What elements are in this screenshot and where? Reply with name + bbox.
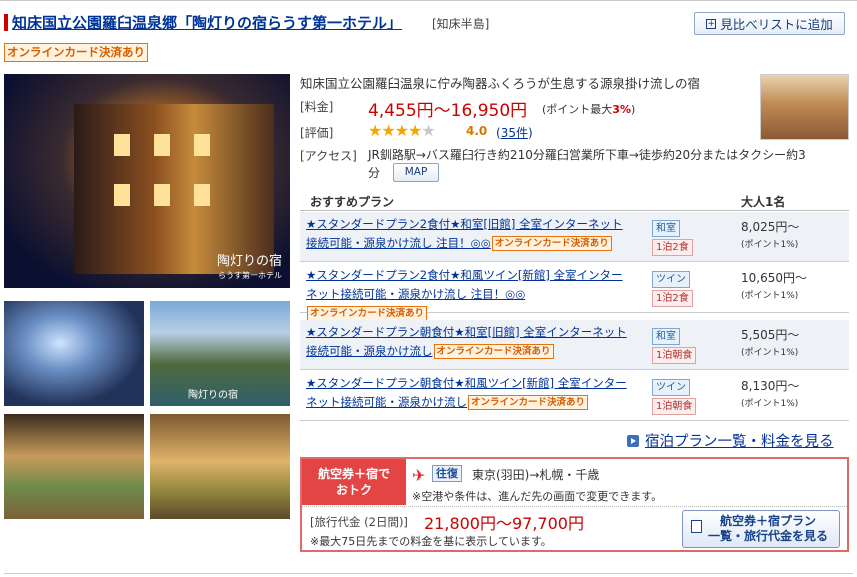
plan-row: ★スタンダードプラン2食付★和室[旧館] 全室インターネット接続可能・源泉かけ流… <box>300 212 849 262</box>
photo-logo-sub: らうす第一ホテル <box>218 271 282 280</box>
hotel-description: 知床国立公園羅臼温泉に佇み陶器ふくろうが生息する源泉掛け流しの宿 <box>300 76 701 91</box>
rating-value: 4.0 <box>466 124 488 138</box>
air-tag-line1: 航空券＋宿で <box>317 467 390 481</box>
hotel-main-photo[interactable]: 陶灯りの宿 らうす第一ホテル <box>4 74 290 288</box>
plan-name-cell: ★スタンダードプラン2食付★和室[旧館] 全室インターネット接続可能・源泉かけ流… <box>306 215 628 253</box>
plan-name-cell: ★スタンダードプラン2食付★和風ツイン[新館] 全室インターネット接続可能・源泉… <box>306 266 628 323</box>
plus-icon: + <box>706 18 717 29</box>
window-light <box>114 184 130 206</box>
access-text-line1: JR釧路駅→バス羅臼行き約210分羅臼営業所下車→徒歩約20分またはタクシー約3 <box>368 148 806 162</box>
arrow-right-icon <box>627 434 639 447</box>
divider <box>302 506 847 507</box>
map-button[interactable]: MAP <box>393 163 439 182</box>
photo-logo: 陶灯りの宿 らうす第一ホテル <box>217 255 282 282</box>
photo-thumb-bath[interactable] <box>4 301 144 406</box>
access-label: [アクセス] <box>300 149 357 163</box>
price-basis-note: ※最大75日先までの料金を基に表示しています。 <box>310 535 552 548</box>
air-button-line1: 航空券＋宿プラン <box>719 514 816 528</box>
window-light <box>194 184 210 206</box>
online-payment-badge: オンラインカード決済あり <box>4 43 148 62</box>
building-shape <box>74 104 274 274</box>
plan-price: 10,650円～ <box>741 271 807 285</box>
air-button-line2: 一覧・旅行代金を見る <box>707 529 828 543</box>
title-accent-bar <box>4 14 8 31</box>
review-link[interactable]: 35件 <box>501 126 528 140</box>
window-light <box>114 134 130 156</box>
meal-type-tag: 1泊2食 <box>652 290 693 307</box>
point-prefix: (ポイント最大 <box>542 103 613 116</box>
plan-point: (ポイント1%) <box>741 240 799 250</box>
airport-note: ※空港や条件は、進んだ先の画面で変更できます。 <box>412 490 663 503</box>
window-light <box>194 134 210 156</box>
room-type-tag: ツイン <box>652 271 690 288</box>
photo-thumb-room[interactable] <box>150 414 290 519</box>
plan-name-cell: ★スタンダードプラン朝食付★和風ツイン[新館] 全室インターネット接続可能・源泉… <box>306 374 628 412</box>
plan-price: 8,130円～ <box>741 379 800 393</box>
star-icon: ★ <box>381 121 395 140</box>
photo-thumb-outdoor[interactable]: 陶灯りの宿 <box>150 301 290 406</box>
star-icon: ★ <box>368 121 382 140</box>
review-close: ) <box>527 126 533 140</box>
window-light <box>154 184 170 206</box>
air-package-tag: 航空券＋宿で おトク <box>302 459 406 505</box>
round-trip-badge: 往復 <box>432 465 462 482</box>
plan-row: ★スタンダードプラン朝食付★和室[旧館] 全室インターネット接続可能・源泉かけ流… <box>300 320 849 370</box>
online-payment-badge: オンラインカード決済あり <box>468 395 589 410</box>
document-icon <box>691 520 702 533</box>
price-range: 4,455円～16,950円 <box>368 101 528 121</box>
room-type-tag: ツイン <box>652 379 690 396</box>
online-payment-badge: オンラインカード決済あり <box>491 236 612 251</box>
rating-label: [評価] <box>300 126 334 140</box>
online-payment-badge: オンラインカード決済あり <box>433 344 554 359</box>
plan-name-cell: ★スタンダードプラン朝食付★和室[旧館] 全室インターネット接続可能・源泉かけ流… <box>306 323 628 361</box>
flight-route: 東京(羽田)→札幌・千歳 <box>472 468 600 482</box>
add-compare-button[interactable]: + 見比べリストに追加 <box>694 12 845 35</box>
add-compare-label: 見比べリストに追加 <box>720 17 833 32</box>
area-label: [知床半島] <box>432 17 490 31</box>
air-hotel-package-box: 航空券＋宿で おトク ✈ 往復 東京(羽田)→札幌・千歳 ※空港や条件は、進んだ… <box>300 457 849 552</box>
point-value: 3% <box>612 103 631 116</box>
price-label: [料金] <box>300 100 334 114</box>
plan-header-label: おすすめプラン <box>310 195 395 209</box>
star-icon: ★ <box>408 121 422 140</box>
meal-type-tag: 1泊朝食 <box>652 347 697 364</box>
point-info: (ポイント最大3%) <box>542 101 635 117</box>
plan-point: (ポイント1%) <box>741 291 799 301</box>
plan-link[interactable]: ★スタンダードプラン2食付★和風ツイン[新館] 全室インターネット接続可能・源泉… <box>306 268 623 301</box>
rating-stars: ★★★★★ <box>368 121 436 140</box>
plan-row: ★スタンダードプラン朝食付★和風ツイン[新館] 全室インターネット接続可能・源泉… <box>300 371 849 421</box>
tour-price-label: [旅行代金 (2日間)] <box>310 515 408 529</box>
bottom-divider <box>4 573 853 574</box>
photo-logo-text: 陶灯りの宿 <box>216 254 282 269</box>
review-count: (35件) <box>496 124 533 141</box>
meal-type-tag: 1泊朝食 <box>652 398 697 415</box>
meal-type-tag: 1泊2食 <box>652 239 693 256</box>
airplane-icon: ✈ <box>412 466 426 485</box>
window-light <box>154 134 170 156</box>
plan-point: (ポイント1%) <box>741 399 799 409</box>
room-type-tag: 和室 <box>652 220 680 237</box>
air-tag-line2: おトク <box>335 483 372 497</box>
room-type-tag: 和室 <box>652 328 680 345</box>
star-empty-icon: ★ <box>421 121 435 140</box>
plan-list-link[interactable]: 宿泊プラン一覧・料金を見る <box>627 430 834 451</box>
plan-point: (ポイント1%) <box>741 348 799 358</box>
plan-row: ★スタンダードプラン2食付★和風ツイン[新館] 全室インターネット接続可能・源泉… <box>300 263 849 321</box>
access-text-line2: 分 <box>368 166 381 180</box>
plan-list-label: 宿泊プラン一覧・料金を見る <box>645 434 834 450</box>
plan-table-header: おすすめプラン 大人1名 <box>300 191 849 211</box>
air-package-button[interactable]: 航空券＋宿プラン 一覧・旅行代金を見る <box>682 510 840 548</box>
thumb-logo: 陶灯りの宿 <box>188 390 238 401</box>
tour-price: 21,800円～97,700円 <box>424 514 584 533</box>
room-photo[interactable] <box>760 74 849 140</box>
hotel-title-link[interactable]: 知床国立公園羅臼温泉郷「陶灯りの宿らうす第一ホテル」 <box>12 12 402 33</box>
star-icon: ★ <box>394 121 409 140</box>
plan-price: 5,505円～ <box>741 328 800 342</box>
point-suffix: ) <box>630 103 636 116</box>
online-payment-badge: オンラインカード決済あり <box>307 306 428 321</box>
price-header-label: 大人1名 <box>741 195 786 209</box>
hotel-header: 知床国立公園羅臼温泉郷「陶灯りの宿らうす第一ホテル」 [知床半島] + 見比べリ… <box>0 0 857 40</box>
plan-price: 8,025円～ <box>741 220 800 234</box>
photo-thumb-lobby[interactable] <box>4 414 144 519</box>
